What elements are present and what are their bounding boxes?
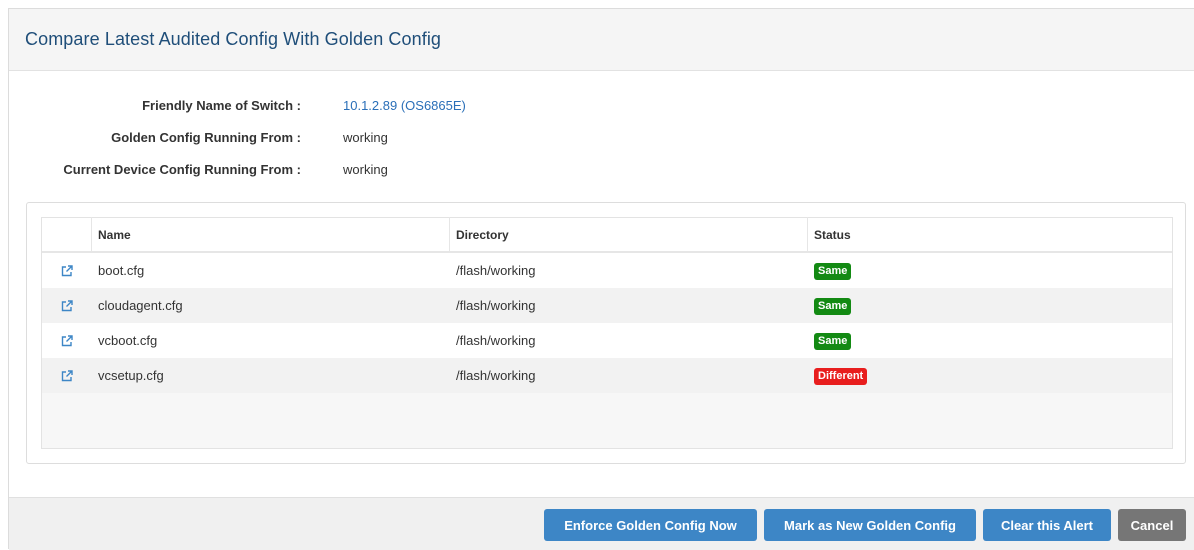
current-config-value: working (343, 161, 388, 177)
clear-alert-button[interactable]: Clear this Alert (983, 509, 1111, 541)
info-row-golden-config: Golden Config Running From : working (9, 121, 709, 153)
file-directory: /flash/working (456, 333, 536, 348)
status-badge: Different (814, 367, 868, 385)
mark-golden-config-button[interactable]: Mark as New Golden Config (764, 509, 976, 541)
header-directory[interactable]: Directory (450, 217, 808, 252)
external-link-icon[interactable] (42, 299, 92, 313)
header-name[interactable]: Name (92, 217, 450, 252)
friendly-name-value[interactable]: 10.1.2.89 (OS6865E) (343, 98, 466, 113)
file-directory: /flash/working (456, 263, 536, 278)
dialog-header: Compare Latest Audited Config With Golde… (9, 9, 1194, 71)
header-icon-column (42, 217, 92, 252)
golden-config-label: Golden Config Running From : (111, 129, 301, 145)
status-badge: Same (814, 262, 852, 280)
header-status[interactable]: Status (808, 217, 1172, 252)
dialog-title: Compare Latest Audited Config With Golde… (25, 29, 442, 49)
file-name: boot.cfg (98, 263, 145, 278)
file-name: vcboot.cfg (98, 333, 158, 348)
table-row: boot.cfg /flash/working Same (42, 253, 1172, 288)
table-row: vcboot.cfg /flash/working Same (42, 323, 1172, 358)
files-table: Name Directory Status boot.cfg /flash/wo… (41, 217, 1173, 449)
file-status-cell: Different (808, 367, 1172, 385)
external-link-icon[interactable] (42, 334, 92, 348)
enforce-golden-config-button[interactable]: Enforce Golden Config Now (544, 509, 757, 541)
file-status-cell: Same (808, 262, 1172, 280)
status-badge: Same (814, 332, 852, 350)
switch-info: Friendly Name of Switch : 10.1.2.89 (OS6… (9, 89, 709, 185)
cancel-button[interactable]: Cancel (1118, 509, 1186, 541)
file-status-cell: Same (808, 297, 1172, 315)
info-row-friendly-name: Friendly Name of Switch : 10.1.2.89 (OS6… (9, 89, 709, 121)
external-link-icon[interactable] (42, 264, 92, 278)
file-directory: /flash/working (456, 368, 536, 383)
compare-config-dialog: Compare Latest Audited Config With Golde… (8, 8, 1194, 550)
golden-config-value: working (343, 129, 388, 145)
external-link-icon[interactable] (42, 369, 92, 383)
table-row: cloudagent.cfg /flash/working Same (42, 288, 1172, 323)
file-name: vcsetup.cfg (98, 368, 164, 383)
info-row-current-config: Current Device Config Running From : wor… (9, 153, 709, 185)
friendly-name-label: Friendly Name of Switch : (142, 97, 301, 113)
file-name: cloudagent.cfg (98, 298, 183, 313)
table-row: vcsetup.cfg /flash/working Different (42, 358, 1172, 393)
files-panel: Name Directory Status boot.cfg /flash/wo… (26, 202, 1186, 464)
current-config-label: Current Device Config Running From : (63, 161, 301, 177)
dialog-footer: Enforce Golden Config Now Mark as New Go… (9, 497, 1194, 550)
table-header: Name Directory Status (42, 217, 1172, 253)
file-directory: /flash/working (456, 298, 536, 313)
status-badge: Same (814, 297, 852, 315)
file-status-cell: Same (808, 332, 1172, 350)
